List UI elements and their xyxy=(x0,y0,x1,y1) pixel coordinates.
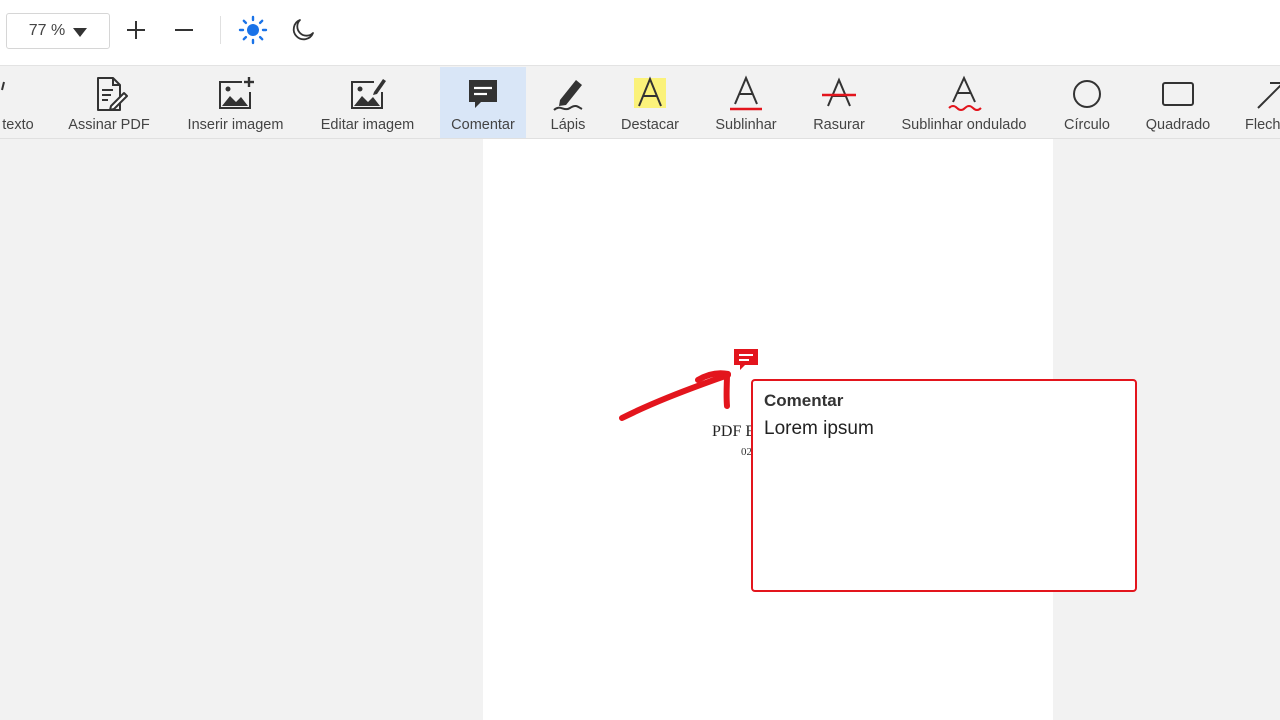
light-theme-button[interactable] xyxy=(237,14,269,46)
moon-icon xyxy=(292,19,314,41)
tool-insert-image[interactable]: Inserir imagem xyxy=(180,67,291,138)
zoom-value: 77 % xyxy=(28,22,66,39)
arrow-icon xyxy=(1252,74,1280,114)
tool-label: Editar imagem xyxy=(320,117,415,133)
text-icon xyxy=(0,74,38,114)
highlight-icon xyxy=(630,74,670,114)
sun-icon xyxy=(238,15,268,45)
tool-comment[interactable]: Comentar xyxy=(440,67,526,138)
freehand-arrow-annotation[interactable] xyxy=(610,360,740,430)
plus-icon xyxy=(127,21,145,39)
circle-icon xyxy=(1067,74,1107,114)
image-edit-icon xyxy=(348,74,388,114)
tool-label: Sublinhar xyxy=(715,117,777,133)
annotation-toolbar: texto Assinar PDF Inserir imagem Editar … xyxy=(0,67,1280,139)
pencil-icon xyxy=(548,74,588,114)
comment-text[interactable]: Lorem ipsum xyxy=(764,418,1124,440)
tool-label: Destacar xyxy=(620,117,680,133)
image-add-icon xyxy=(216,74,256,114)
caret-down-icon xyxy=(73,27,88,37)
wavy-underline-icon xyxy=(944,74,984,114)
tool-text[interactable]: texto xyxy=(0,67,40,138)
square-icon xyxy=(1158,74,1198,114)
zoom-select[interactable]: 77 % xyxy=(6,13,110,49)
top-bar: 77 % xyxy=(0,0,1280,66)
tool-circle[interactable]: Círculo xyxy=(1056,67,1118,138)
tool-label: Assinar PDF xyxy=(68,117,150,133)
underline-icon xyxy=(726,74,766,114)
tool-label: Quadrado xyxy=(1145,117,1211,133)
tool-label: Rasurar xyxy=(813,117,865,133)
zoom-out-button[interactable] xyxy=(168,14,200,46)
tool-arrow[interactable]: Flech xyxy=(1240,67,1280,138)
tool-highlight[interactable]: Destacar xyxy=(612,67,688,138)
comment-marker-icon[interactable] xyxy=(733,348,759,372)
tool-underline[interactable]: Sublinhar xyxy=(708,67,784,138)
zoom-in-button[interactable] xyxy=(120,14,152,46)
minus-icon xyxy=(175,29,193,31)
tool-label: Flech xyxy=(1245,117,1280,133)
dark-theme-button[interactable] xyxy=(287,14,319,46)
tool-edit-image[interactable]: Editar imagem xyxy=(313,67,422,138)
toolbar-divider xyxy=(220,16,221,44)
comment-popup[interactable]: Comentar Lorem ipsum xyxy=(751,379,1137,592)
tool-label: Inserir imagem xyxy=(187,117,284,133)
tool-label: texto xyxy=(2,117,34,133)
tool-label: Comentar xyxy=(451,117,515,133)
sign-document-icon xyxy=(89,74,129,114)
tool-label: Círculo xyxy=(1064,117,1110,133)
strikethrough-icon xyxy=(819,74,859,114)
tool-pencil[interactable]: Lápis xyxy=(540,67,596,138)
tool-label: Lápis xyxy=(550,117,586,133)
tool-strikethrough[interactable]: Rasurar xyxy=(806,67,872,138)
tool-wavy-underline[interactable]: Sublinhar ondulado xyxy=(894,67,1034,138)
comment-icon xyxy=(463,74,503,114)
tool-label: Sublinhar ondulado xyxy=(901,117,1027,133)
comment-title: Comentar xyxy=(764,391,844,410)
tool-square[interactable]: Quadrado xyxy=(1138,67,1218,138)
tool-sign-pdf[interactable]: Assinar PDF xyxy=(62,67,156,138)
